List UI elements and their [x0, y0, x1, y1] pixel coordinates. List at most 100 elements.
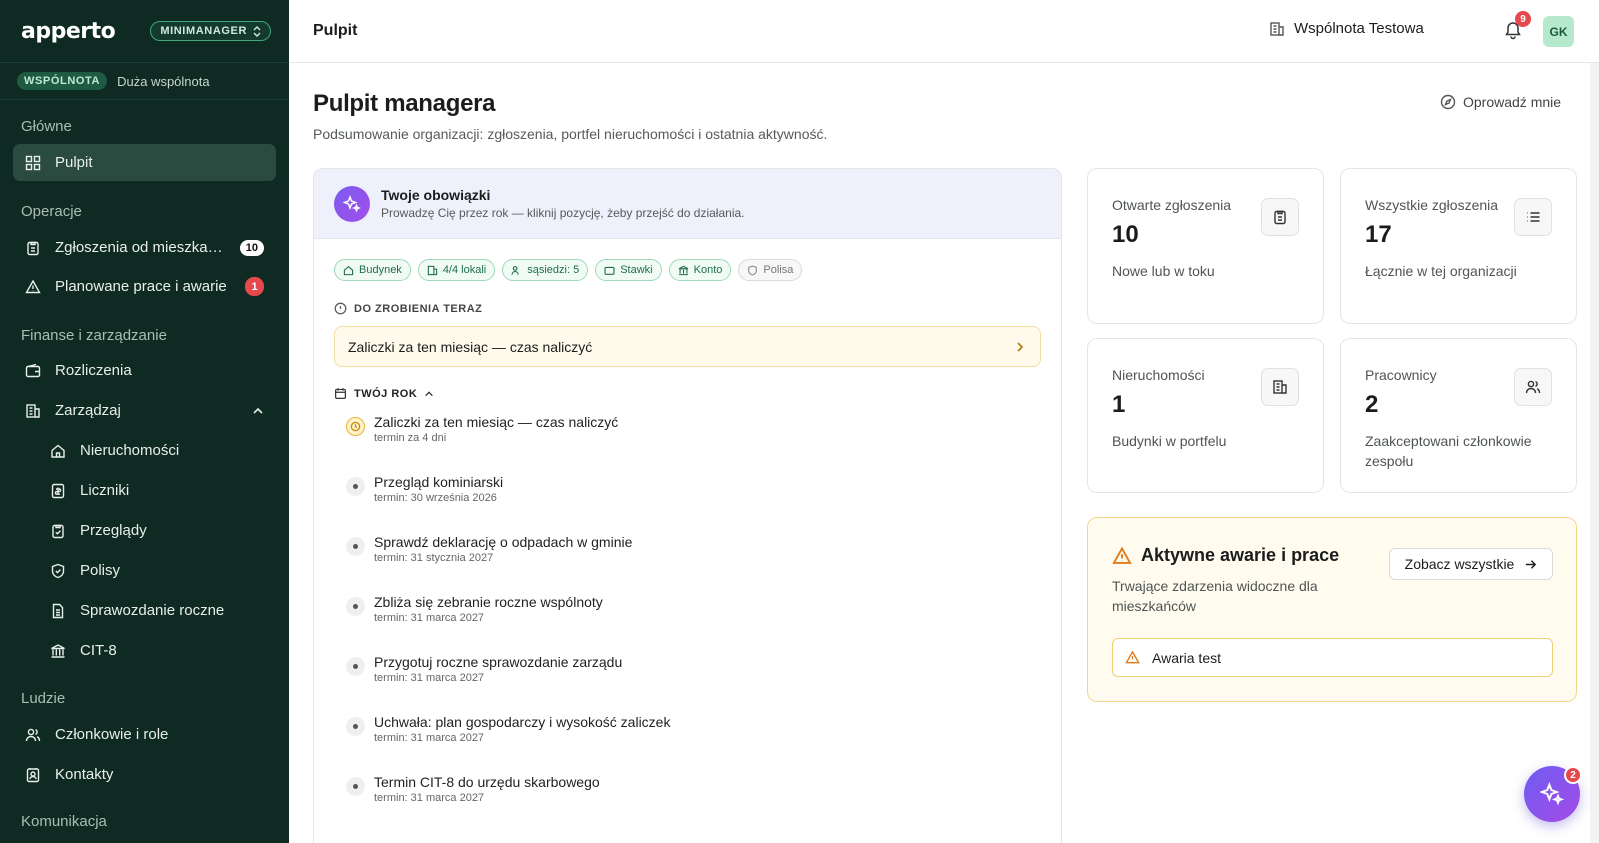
compass-icon	[1440, 94, 1456, 110]
mode-switcher[interactable]: MINIMANAGER	[150, 21, 271, 41]
tour-button[interactable]: Oprowadź mnie	[1440, 94, 1561, 110]
stat-card-properties[interactable]: Nieruchomości 1 Budynki w portfelu	[1087, 338, 1324, 493]
chip-label: Konto	[693, 264, 723, 276]
org-row[interactable]: WSPÓLNOTA Duża wspólnota	[0, 63, 289, 100]
year-item-due: termin: 31 marca 2027	[374, 792, 485, 804]
brand-row: apperto MINIMANAGER	[0, 0, 289, 63]
arrow-right-icon	[1526, 559, 1537, 569]
see-all-label: Zobacz wszystkie	[1404, 556, 1515, 572]
list-item[interactable]: Zaliczki za ten miesiąc — czas naliczyć t…	[346, 414, 618, 454]
avatar[interactable]: GK	[1543, 16, 1574, 47]
chevron-updown-icon	[253, 25, 261, 37]
contact-book-icon	[25, 767, 41, 783]
sidebar-item-label: Członkowie i role	[55, 726, 169, 743]
sidebar-item-members[interactable]: Członkowie i role	[13, 716, 276, 753]
sidebar-item-cit8[interactable]: CIT-8	[38, 632, 276, 669]
info-icon	[334, 302, 347, 315]
page-subtitle: Podsumowanie organizacji: zgłoszenia, po…	[313, 126, 828, 142]
duties-title: Twoje obowiązki	[381, 187, 491, 203]
building-icon	[25, 403, 41, 419]
year-item-due: termin: 31 stycznia 2027	[374, 552, 494, 564]
users-icon	[25, 727, 41, 743]
chip-building[interactable]: Budynek	[334, 259, 411, 281]
stat-description: Zaakceptowani członkowie zespołu	[1365, 433, 1532, 469]
list-item[interactable]: Uchwała: plan gospodarczy i wysokość zal…	[346, 714, 670, 754]
meter-icon	[50, 483, 66, 499]
alert-item[interactable]: Awaria test	[1112, 638, 1553, 677]
calendar-icon	[335, 388, 346, 399]
sidebar-item-meters[interactable]: Liczniki	[38, 472, 276, 509]
stat-card-staff[interactable]: Pracownicy 2 Zaakceptowani członkowie ze…	[1340, 338, 1577, 493]
list-item[interactable]: Sprawdź deklarację o odpadach w gminie te…	[346, 534, 632, 574]
clipboard-icon	[25, 240, 41, 256]
chip-units[interactable]: 4/4 lokali	[417, 259, 496, 281]
see-all-button[interactable]: Zobacz wszystkie	[1389, 548, 1553, 580]
year-item-due: termin za 4 dni	[374, 432, 447, 444]
year-item-due: termin: 31 marca 2027	[374, 612, 485, 624]
sidebar-item-policies[interactable]: Polisy	[38, 552, 276, 589]
stat-description: Nowe lub w toku	[1112, 263, 1215, 279]
year-item-due: termin: 31 marca 2027	[374, 732, 485, 744]
list-icon	[1514, 198, 1552, 236]
planned-count-badge: 1	[245, 277, 264, 296]
todo-now-label: DO ZROBIENIA TERAZ	[334, 302, 482, 315]
sidebar-item-label: Nieruchomości	[80, 442, 180, 459]
list-item[interactable]: Termin CIT-8 do urzędu skarbowego termin:…	[346, 774, 600, 814]
sidebar-item-planned-works[interactable]: Planowane prace i awarie 1	[13, 268, 276, 305]
sidebar-item-label: Liczniki	[80, 482, 130, 499]
page-title: Pulpit managera	[313, 90, 496, 117]
sidebar-item-label: Kontakty	[55, 766, 114, 783]
users-icon	[511, 265, 520, 275]
sidebar-item-annual-report[interactable]: Sprawozdanie roczne	[38, 592, 276, 629]
stat-card-open-reports[interactable]: Otwarte zgłoszenia 10 Nowe lub w toku	[1087, 168, 1324, 324]
chip-label: sąsiedzi: 5	[527, 264, 580, 276]
active-alerts-card: Aktywne awarie i prace Trwające zdarzeni…	[1087, 517, 1577, 702]
stat-card-all-reports[interactable]: Wszystkie zgłoszenia 17 Łącznie w tej or…	[1340, 168, 1577, 324]
stat-label: Wszystkie zgłoszenia	[1365, 197, 1499, 213]
sidebar-item-label: Sprawozdanie roczne	[80, 602, 225, 619]
sidebar-item-manage[interactable]: Zarządzaj	[13, 392, 276, 429]
alerts-title: Aktywne awarie i prace	[1141, 545, 1340, 565]
sidebar-item-inspections[interactable]: Przeglądy	[38, 512, 276, 549]
scrollbar[interactable]	[1590, 63, 1599, 843]
sidebar-item-contacts[interactable]: Kontakty	[13, 756, 276, 793]
chevron-up-icon	[425, 390, 434, 396]
list-item[interactable]: Przygotuj roczne sprawozdanie zarządu ter…	[346, 654, 622, 694]
sidebar-item-settlements[interactable]: Rozliczenia	[13, 352, 276, 389]
chip-label: Budynek	[359, 264, 402, 276]
year-item-title: Uchwała: plan gospodarczy i wysokość zal…	[374, 714, 671, 730]
nav-section-finance: Finanse i zarządzanie	[21, 327, 167, 344]
chip-rates[interactable]: Stawki	[595, 259, 662, 281]
warning-icon	[25, 279, 41, 295]
wallet-icon	[604, 266, 615, 275]
sidebar-item-properties[interactable]: Nieruchomości	[38, 432, 276, 469]
app-logo[interactable]: apperto	[21, 19, 116, 44]
building-icon	[1270, 21, 1284, 36]
reports-count-badge: 10	[239, 239, 264, 256]
org-switcher[interactable]: Wspólnota Testowa	[1269, 20, 1424, 37]
year-item-title: Przegląd kominiarski	[374, 474, 504, 490]
your-year-toggle[interactable]: TWÓJ ROK	[334, 387, 434, 400]
sidebar-item-label: Zgłoszenia od mieszkańców	[55, 239, 226, 256]
bullet-icon	[346, 537, 365, 556]
chip-account[interactable]: Konto	[668, 259, 732, 281]
sidebar-item-dashboard[interactable]: Pulpit	[13, 144, 276, 181]
chip-neighbours[interactable]: sąsiedzi: 5	[502, 259, 589, 281]
list-item[interactable]: Zbliża się zebranie roczne wspólnoty term…	[346, 594, 603, 634]
sidebar-item-label: CIT-8	[80, 642, 117, 659]
duties-header: Twoje obowiązki Prowadzę Cię przez rok —…	[314, 169, 1061, 239]
bullet-icon	[346, 777, 365, 796]
chip-label: 4/4 lokali	[442, 264, 487, 276]
year-item-title: Sprawdź deklarację o odpadach w gminie	[374, 534, 633, 550]
todo-now-item[interactable]: Zaliczki za ten miesiąc — czas naliczyć	[334, 326, 1041, 367]
year-item-title: Termin CIT-8 do urzędu skarbowego	[374, 774, 600, 790]
sidebar-item-reports[interactable]: Zgłoszenia od mieszkańców 10	[13, 229, 276, 266]
chevron-up-icon[interactable]	[252, 405, 264, 417]
org-switcher-label: Wspólnota Testowa	[1294, 20, 1424, 37]
chip-policy[interactable]: Polisa	[738, 259, 803, 281]
nav-section-operations: Operacje	[21, 203, 82, 220]
nav-section-main: Główne	[21, 118, 72, 135]
list-item[interactable]: Przegląd kominiarski termin: 30 września …	[346, 474, 503, 514]
stat-description: Łącznie w tej organizacji	[1365, 263, 1517, 279]
org-type-badge: WSPÓLNOTA	[17, 72, 108, 90]
